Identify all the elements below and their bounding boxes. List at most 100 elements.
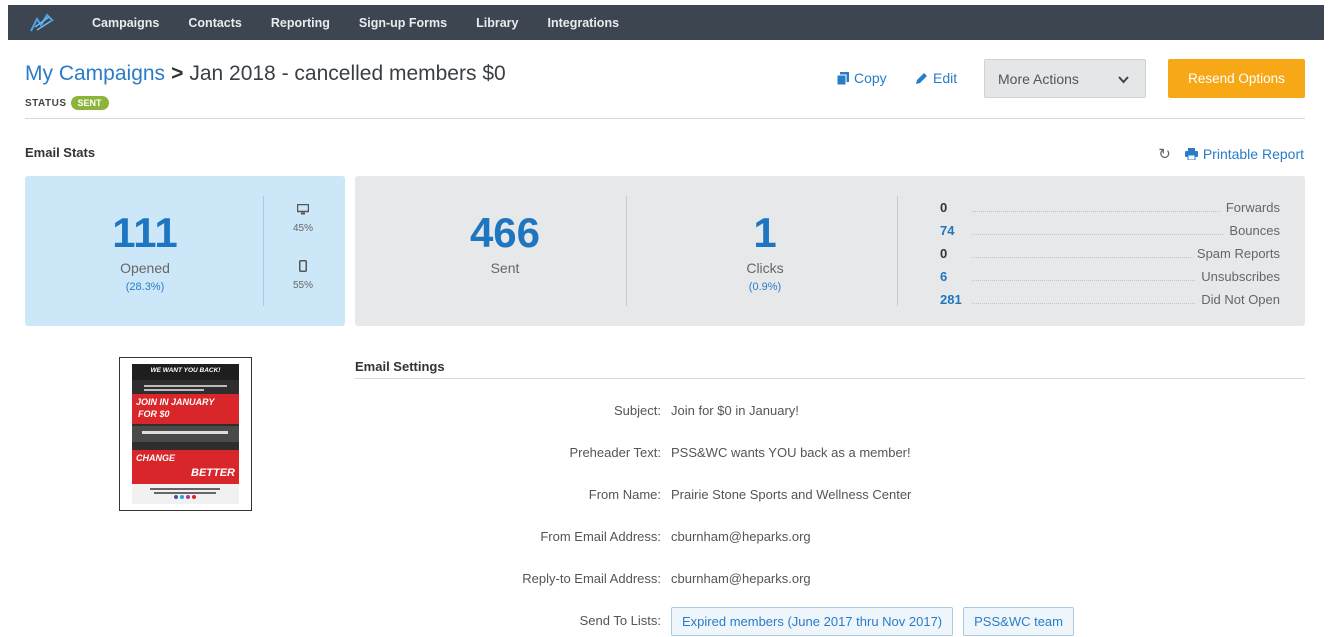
from-email-key: From Email Address: xyxy=(540,529,661,544)
settings-divider xyxy=(355,378,1305,379)
pencil-icon xyxy=(915,72,928,85)
opened-count: 111 xyxy=(112,209,178,256)
status-badge: SENT xyxy=(70,96,109,110)
mobile-percent: 55% xyxy=(292,280,313,291)
send-to-lists-row: Send To Lists: Expired members (June 201… xyxy=(355,607,1305,636)
from-email-row: From Email Address: cburnham@heparks.org xyxy=(355,529,1305,544)
stats-tools: ↻ Printable Report xyxy=(1158,145,1304,163)
sent-stats-panel: 466 Sent 1 Clicks (0.9%) 0 Forwards 74 B… xyxy=(355,176,1305,326)
spam-reports-count: 0 xyxy=(940,246,948,261)
from-name-key: From Name: xyxy=(588,487,661,502)
preheader-key: Preheader Text: xyxy=(569,445,661,460)
sent-label: Sent xyxy=(490,260,520,276)
subject-row: Subject: Join for $0 in January! xyxy=(355,403,1305,418)
nav-library[interactable]: Library xyxy=(476,16,518,30)
opened-stat: 111 Opened (28.3%) xyxy=(95,209,195,294)
email-preview-image: WE WANT YOU BACK! JOIN IN JANUARY FOR $0… xyxy=(132,364,239,504)
email-thumbnail[interactable]: WE WANT YOU BACK! JOIN IN JANUARY FOR $0… xyxy=(119,357,252,511)
dotted-leader xyxy=(972,303,1196,304)
more-actions-dropdown[interactable]: More Actions xyxy=(984,59,1146,98)
resend-options-button[interactable]: Resend Options xyxy=(1168,59,1305,98)
edit-label: Edit xyxy=(933,70,958,86)
did-not-open-label: Did Not Open xyxy=(1201,292,1280,307)
dotted-leader xyxy=(972,211,1220,212)
spam-reports-row: 0 Spam Reports xyxy=(940,242,1280,265)
from-name-row: From Name: Prairie Stone Sports and Well… xyxy=(355,487,1305,502)
top-nav: Campaigns Contacts Reporting Sign-up For… xyxy=(8,5,1324,40)
desktop-percent: 45% xyxy=(292,223,313,234)
clicks-count: 1 xyxy=(753,209,777,256)
preheader-value: PSS&WC wants YOU back as a member! xyxy=(671,445,911,460)
reply-to-value: cburnham@heparks.org xyxy=(671,571,811,586)
copy-button[interactable]: Copy xyxy=(837,70,887,86)
sent-stat[interactable]: 466 Sent xyxy=(435,209,575,277)
from-name-value: Prairie Stone Sports and Wellness Center xyxy=(671,487,912,502)
nav-campaigns[interactable]: Campaigns xyxy=(92,16,159,30)
printable-report-link[interactable]: Printable Report xyxy=(1203,146,1304,162)
from-email-value: cburnham@heparks.org xyxy=(671,529,811,544)
forwards-row: 0 Forwards xyxy=(940,196,1280,219)
more-actions-label: More Actions xyxy=(998,70,1079,87)
header-divider xyxy=(25,118,1305,119)
printer-icon xyxy=(1184,148,1198,160)
page-title: My Campaigns > Jan 2018 - cancelled member… xyxy=(25,62,506,86)
status-row: STATUS SENT xyxy=(25,96,109,110)
breadcrumb-separator: > xyxy=(171,62,184,85)
preheader-row: Preheader Text: PSS&WC wants YOU back as… xyxy=(355,445,1305,460)
status-label: STATUS xyxy=(25,97,67,109)
reply-to-key: Reply-to Email Address: xyxy=(522,571,661,586)
opened-panel[interactable]: 111 Opened (28.3%) 45% 55% xyxy=(25,176,345,326)
send-to-lists-value: Expired members (June 2017 thru Nov 2017… xyxy=(671,607,1084,636)
did-not-open-count[interactable]: 281 xyxy=(940,292,966,307)
edit-button[interactable]: Edit xyxy=(915,70,957,86)
copy-label: Copy xyxy=(854,70,887,86)
chevron-down-icon xyxy=(1118,71,1129,87)
nav-signup-forms[interactable]: Sign-up Forms xyxy=(359,16,447,30)
opened-percent: (28.3%) xyxy=(125,281,165,293)
thumbnail-headline: WE WANT YOU BACK! xyxy=(150,367,221,374)
subject-value: Join for $0 in January! xyxy=(671,403,799,418)
opened-label: Opened xyxy=(120,260,170,276)
desktop-stat: 45% xyxy=(283,204,323,234)
nav-reporting[interactable]: Reporting xyxy=(271,16,330,30)
bounces-count[interactable]: 74 xyxy=(940,223,966,238)
clicks-percent: (0.9%) xyxy=(748,281,782,293)
refresh-icon[interactable]: ↻ xyxy=(1158,145,1171,163)
bounces-row: 74 Bounces xyxy=(940,219,1280,242)
stats-breakdown: 0 Forwards 74 Bounces 0 Spam Reports 6 U… xyxy=(940,196,1280,311)
breadcrumb-my-campaigns[interactable]: My Campaigns xyxy=(25,62,165,85)
thumbnail-better-text: BETTER xyxy=(191,467,235,479)
campaign-title: Jan 2018 - cancelled members $0 xyxy=(189,62,506,85)
clicks-stat[interactable]: 1 Clicks (0.9%) xyxy=(695,209,835,294)
unsubscribes-count[interactable]: 6 xyxy=(940,269,966,284)
dotted-leader xyxy=(972,234,1224,235)
mobile-icon xyxy=(283,260,323,272)
nav-contacts[interactable]: Contacts xyxy=(188,16,241,30)
logo-icon[interactable] xyxy=(22,5,62,40)
mobile-stat: 55% xyxy=(283,260,323,291)
unsubscribes-label: Unsubscribes xyxy=(1201,269,1280,284)
forwards-count: 0 xyxy=(940,200,948,215)
reply-to-row: Reply-to Email Address: cburnham@heparks… xyxy=(355,571,1305,586)
thumbnail-join-text: JOIN IN JANUARY xyxy=(136,397,215,407)
spam-reports-label: Spam Reports xyxy=(1196,246,1280,261)
list-tag-expired-members[interactable]: Expired members (June 2017 thru Nov 2017… xyxy=(671,607,954,636)
clicks-divider xyxy=(897,196,898,306)
sent-count: 466 xyxy=(469,209,541,256)
forwards-label: Forwards xyxy=(1225,200,1280,215)
copy-icon xyxy=(837,71,849,85)
subject-key: Subject: xyxy=(614,403,661,418)
email-settings-title: Email Settings xyxy=(355,359,445,374)
dotted-leader xyxy=(972,280,1196,281)
nav-integrations[interactable]: Integrations xyxy=(548,16,620,30)
unsubscribes-row: 6 Unsubscribes xyxy=(940,265,1280,288)
dotted-leader xyxy=(972,257,1191,258)
list-tag-pss-team[interactable]: PSS&WC team xyxy=(963,607,1074,636)
thumbnail-price-text: FOR $0 xyxy=(138,409,170,419)
sent-divider xyxy=(626,196,627,306)
did-not-open-row: 281 Did Not Open xyxy=(940,288,1280,311)
clicks-label: Clicks xyxy=(746,260,784,276)
thumbnail-change-text: CHANGE xyxy=(136,453,176,463)
send-to-lists-key: Send To Lists: xyxy=(579,613,661,628)
opened-divider xyxy=(263,196,264,306)
